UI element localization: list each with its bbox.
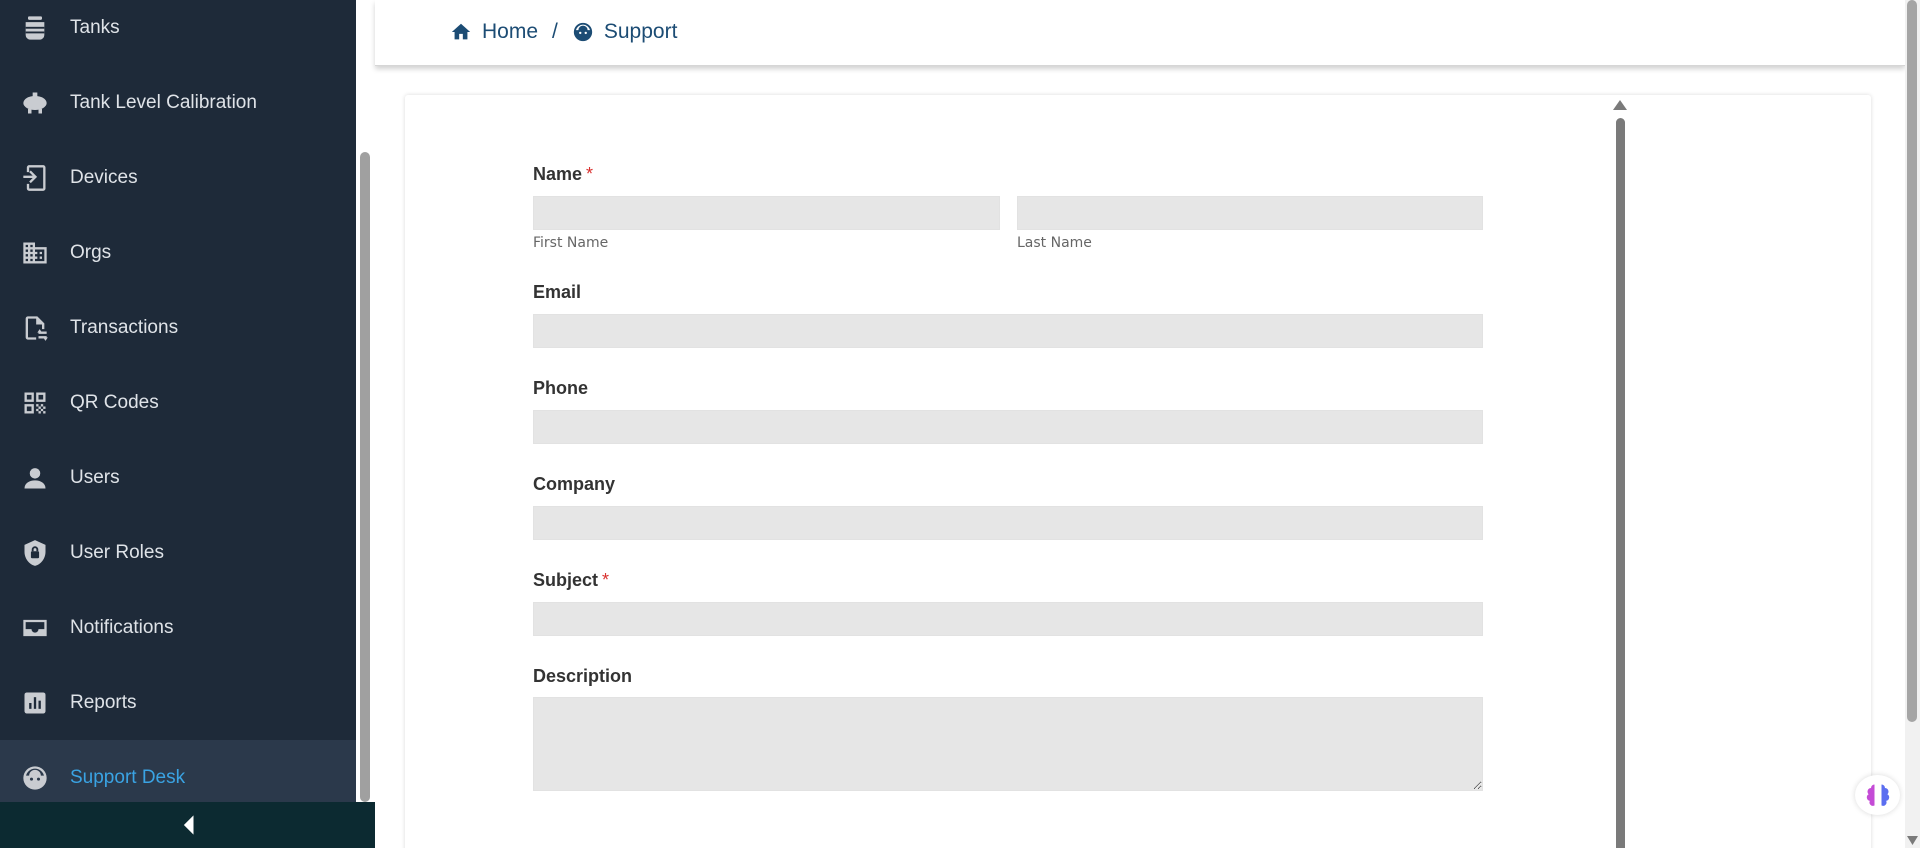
sidebar-scrollbar-thumb[interactable] — [360, 152, 370, 802]
sidebar: Tanks Tank Level Calibration Devices Org… — [0, 0, 356, 848]
sidebar-item-transactions[interactable]: Transactions — [0, 290, 356, 365]
sidebar-item-label: Reports — [70, 691, 137, 713]
user-icon — [20, 463, 50, 493]
sidebar-item-user-roles[interactable]: User Roles — [0, 515, 356, 590]
qr-code-icon — [20, 388, 50, 418]
subject-label: Subject * — [533, 570, 610, 590]
breadcrumb: Home / Support — [450, 20, 677, 44]
sidebar-item-tank-level-calibration[interactable]: Tank Level Calibration — [0, 65, 356, 140]
email-field[interactable] — [533, 314, 1483, 348]
first-name-sublabel: First Name — [533, 235, 609, 251]
form-scroll-up-arrow-icon[interactable] — [1613, 100, 1627, 110]
sidebar-item-users[interactable]: Users — [0, 440, 356, 515]
device-icon — [20, 163, 50, 193]
first-name-field[interactable] — [533, 196, 1000, 230]
sidebar-item-label: Notifications — [70, 616, 174, 638]
chevron-left-icon — [183, 815, 193, 835]
required-marker: * — [602, 570, 610, 590]
required-marker: * — [586, 164, 594, 184]
sidebar-item-label: Users — [70, 466, 120, 488]
ai-assistant-button[interactable] — [1855, 775, 1900, 815]
sidebar-item-label: User Roles — [70, 541, 164, 563]
last-name-field[interactable] — [1017, 196, 1483, 230]
sidebar-item-label: Support Desk — [70, 766, 186, 788]
support-agent-icon — [573, 22, 593, 42]
inbox-icon — [20, 613, 50, 643]
sidebar-item-tanks[interactable]: Tanks — [0, 0, 356, 65]
sidebar-item-label: QR Codes — [70, 391, 159, 413]
sidebar-item-label: Orgs — [70, 241, 112, 263]
form-scrollbar-thumb[interactable] — [1616, 118, 1625, 848]
name-label: Name * — [533, 164, 594, 184]
sidebar-item-label: Tank Level Calibration — [70, 91, 257, 113]
brain-icon — [1866, 784, 1889, 806]
sidebar-item-qr-codes[interactable]: QR Codes — [0, 365, 356, 440]
breadcrumb-home[interactable]: Home — [450, 20, 538, 44]
page-scroll-down-arrow-icon[interactable] — [1907, 836, 1918, 845]
sidebar-item-devices[interactable]: Devices — [0, 140, 356, 215]
sidebar-item-notifications[interactable]: Notifications — [0, 590, 356, 665]
transaction-document-icon — [20, 313, 50, 343]
company-label: Company — [533, 474, 616, 494]
page-scrollbar-thumb[interactable] — [1907, 0, 1917, 722]
breadcrumb-current-label: Support — [603, 20, 678, 43]
description-textarea[interactable] — [533, 697, 1483, 791]
breadcrumb-support[interactable]: Support — [572, 20, 678, 44]
sidebar-item-label: Transactions — [70, 316, 179, 338]
breadcrumb-separator: / — [552, 20, 558, 43]
report-chart-icon — [20, 688, 50, 718]
last-name-sublabel: Last Name — [1017, 235, 1092, 251]
sidebar-item-label: Tanks — [70, 16, 120, 38]
sidebar-item-label: Devices — [70, 166, 138, 188]
support-agent-icon — [20, 763, 50, 793]
email-label: Email — [533, 282, 582, 302]
tank-icon — [20, 13, 50, 43]
description-label: Description — [533, 666, 633, 686]
sidebar-item-orgs[interactable]: Orgs — [0, 215, 356, 290]
top-header: Home / Support — [375, 0, 1905, 66]
breadcrumb-home-label: Home — [482, 20, 539, 43]
shield-lock-icon — [20, 538, 50, 568]
phone-label: Phone — [533, 378, 589, 398]
sidebar-collapse-button[interactable] — [0, 802, 375, 848]
subject-field[interactable] — [533, 602, 1483, 636]
sidebar-item-reports[interactable]: Reports — [0, 665, 356, 740]
building-icon — [20, 238, 50, 268]
calibration-tank-icon — [20, 88, 50, 118]
home-icon — [451, 23, 471, 40]
company-field[interactable] — [533, 506, 1483, 540]
phone-field[interactable] — [533, 410, 1483, 444]
